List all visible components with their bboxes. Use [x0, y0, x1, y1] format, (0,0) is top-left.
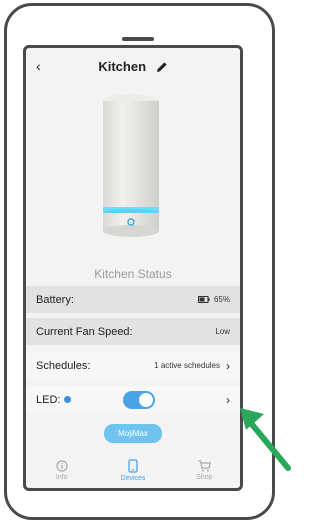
- led-toggle[interactable]: [123, 391, 155, 409]
- phone-icon: [128, 458, 138, 473]
- tab-shop-label: Shop: [196, 473, 213, 481]
- fan-speed-row: Current Fan Speed: Low: [26, 318, 240, 345]
- battery-icon: [197, 296, 210, 303]
- app-screen: ‹ Kitchen Kitchen Status Battery: 65% Cu…: [23, 45, 243, 491]
- fan-speed-value: Low: [215, 327, 230, 336]
- schedules-label: Schedules:: [36, 359, 91, 372]
- mojimax-button[interactable]: MojiMax: [104, 424, 162, 443]
- cart-icon: [198, 459, 211, 471]
- tab-devices-label: Devices: [120, 474, 146, 482]
- tab-info[interactable]: Info: [26, 452, 97, 488]
- edit-pencil-icon[interactable]: [156, 61, 168, 76]
- status-section-title: Kitchen Status: [94, 267, 172, 281]
- battery-value: 65%: [197, 295, 230, 304]
- fan-speed-label: Current Fan Speed:: [36, 325, 133, 338]
- page-title-text: Kitchen: [98, 59, 147, 74]
- battery-label: Battery:: [36, 293, 74, 306]
- bottom-tab-bar: Info Devices Shop: [26, 452, 240, 488]
- info-icon: [56, 459, 68, 472]
- led-color-dot: [64, 395, 72, 403]
- phone-speaker: [122, 37, 154, 41]
- pointer-arrow-icon: [240, 408, 291, 471]
- header: ‹ Kitchen: [26, 48, 240, 90]
- schedules-value: 1 active schedules: [154, 361, 220, 370]
- tab-shop[interactable]: Shop: [169, 452, 240, 488]
- chevron-right-icon[interactable]: ›: [226, 393, 230, 407]
- battery-percent: 65%: [213, 295, 230, 304]
- schedules-row[interactable]: Schedules: 1 active schedules ›: [26, 352, 240, 379]
- led-row[interactable]: LED: ›: [26, 386, 240, 413]
- led-label: LED:: [36, 393, 61, 406]
- led-toggle-knob: [139, 393, 153, 407]
- tab-devices[interactable]: Devices: [97, 452, 168, 488]
- page-title: Kitchen: [26, 59, 240, 76]
- diffuser-device-image: [99, 93, 163, 241]
- battery-row: Battery: 65%: [26, 286, 240, 313]
- tab-info-label: Info: [55, 473, 68, 481]
- chevron-right-icon[interactable]: ›: [226, 359, 230, 373]
